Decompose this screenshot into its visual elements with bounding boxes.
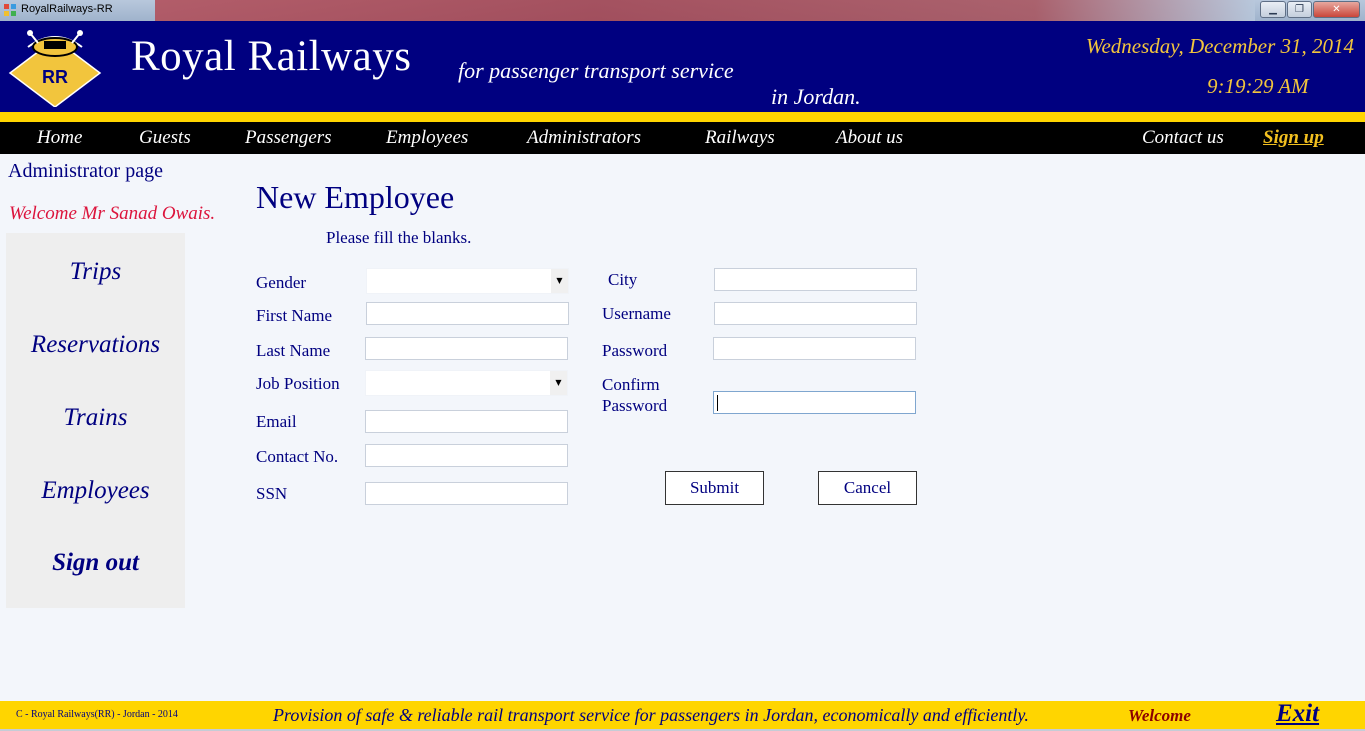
- window-title: RoyalRailways-RR: [21, 3, 113, 15]
- tagline-line-2: in Jordan.: [771, 84, 861, 109]
- admin-sidebar: Trips Reservations Trains Employees Sign…: [6, 233, 185, 608]
- password-label: Password: [602, 341, 668, 360]
- nav-home[interactable]: Home: [37, 127, 82, 149]
- footer-slogan: Provision of safe & reliable rail transp…: [273, 705, 1029, 725]
- ssn-field[interactable]: [365, 482, 568, 505]
- username-field[interactable]: [714, 302, 917, 325]
- form-subtitle: Please fill the blanks.: [326, 228, 472, 247]
- username-label: Username: [602, 304, 671, 323]
- contact-no-field[interactable]: [365, 444, 568, 467]
- nav-railways[interactable]: Railways: [705, 127, 775, 149]
- app-icon: [4, 4, 16, 16]
- sidebar-item-employees[interactable]: Employees: [6, 477, 185, 505]
- gender-select[interactable]: ▼: [366, 268, 569, 294]
- site-footer: C - Royal Railways(RR) - Jordan - 2014 P…: [0, 700, 1365, 729]
- city-field[interactable]: [714, 268, 917, 291]
- footer-welcome: Welcome: [1128, 706, 1191, 725]
- header-time: 9:19:29 AM: [1207, 74, 1309, 98]
- sidebar-item-reservations[interactable]: Reservations: [6, 331, 185, 359]
- password-field[interactable]: [713, 337, 916, 360]
- brand-name: Royal Railways: [131, 33, 412, 80]
- nav-about-us[interactable]: About us: [836, 127, 903, 149]
- nav-contact-us[interactable]: Contact us: [1142, 127, 1224, 149]
- email-field[interactable]: [365, 410, 568, 433]
- confirm-password-label-line-2: Password: [602, 396, 668, 415]
- text-cursor: [717, 395, 718, 411]
- confirm-password-label-line-1: Confirm: [602, 375, 660, 394]
- chevron-down-icon[interactable]: ▼: [551, 269, 568, 293]
- svg-text:RR: RR: [42, 67, 68, 87]
- page-heading: Administrator page: [8, 160, 163, 182]
- confirm-password-field[interactable]: [713, 391, 916, 414]
- gender-label: Gender: [256, 273, 307, 292]
- nav-passengers[interactable]: Passengers: [245, 127, 332, 149]
- tagline-line-1: for passenger transport service: [458, 58, 734, 83]
- exit-link[interactable]: Exit: [1276, 700, 1319, 728]
- titlebar-background: [155, 0, 1255, 21]
- royal-railways-logo-icon: RR: [8, 30, 102, 107]
- last-name-label: Last Name: [256, 341, 331, 360]
- welcome-message: Welcome Mr Sanad Owais.: [9, 203, 216, 224]
- ssn-label: SSN: [256, 484, 288, 503]
- maximize-button[interactable]: ❐: [1287, 1, 1312, 18]
- first-name-label: First Name: [256, 306, 333, 325]
- site-header: RR Royal Railways for passenger transpor…: [0, 21, 1365, 112]
- submit-button[interactable]: Submit: [665, 471, 764, 505]
- sidebar-item-trips[interactable]: Trips: [6, 258, 185, 286]
- sidebar-item-sign-out[interactable]: Sign out: [6, 549, 185, 577]
- close-button[interactable]: ✕: [1313, 1, 1360, 18]
- minimize-button[interactable]: ▁: [1260, 1, 1286, 18]
- form-title: New Employee: [256, 179, 455, 215]
- sidebar-item-trains[interactable]: Trains: [6, 404, 185, 432]
- chevron-down-icon[interactable]: ▼: [550, 371, 567, 395]
- nav-guests[interactable]: Guests: [139, 127, 191, 149]
- job-position-select[interactable]: ▼: [365, 370, 568, 396]
- contact-no-label: Contact No.: [256, 447, 339, 466]
- main-nav: Home Guests Passengers Employees Adminis…: [0, 122, 1365, 154]
- nav-administrators[interactable]: Administrators: [527, 127, 641, 149]
- job-position-label: Job Position: [256, 374, 340, 393]
- last-name-field[interactable]: [365, 337, 568, 360]
- window-titlebar: RoyalRailways-RR ▁ ❐ ✕: [0, 0, 1365, 21]
- email-label: Email: [256, 412, 297, 431]
- cancel-button[interactable]: Cancel: [818, 471, 917, 505]
- nav-employees[interactable]: Employees: [386, 127, 468, 149]
- header-date: Wednesday, December 31, 2014: [1085, 34, 1354, 58]
- nav-sign-up[interactable]: Sign up: [1263, 127, 1324, 149]
- header-divider: [0, 112, 1365, 122]
- city-label: City: [608, 270, 638, 289]
- first-name-field[interactable]: [366, 302, 569, 325]
- copyright-text: C - Royal Railways(RR) - Jordan - 2014: [16, 709, 178, 720]
